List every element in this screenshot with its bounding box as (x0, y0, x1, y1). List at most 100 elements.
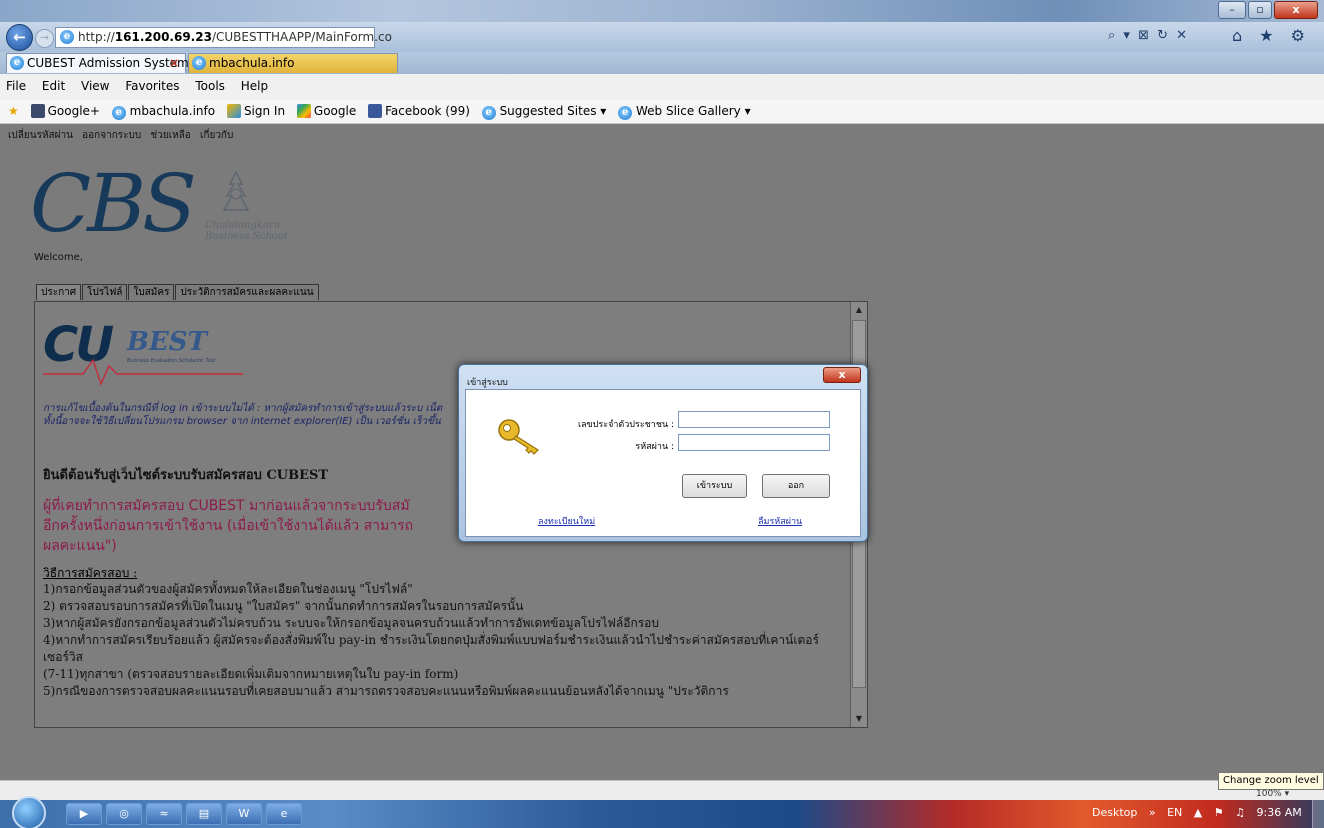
nav-change-password[interactable]: เปลี่ยนรหัสผ่าน (8, 130, 73, 141)
address-bar[interactable]: e http://161.200.69.23/CUBESTTHAAPP/MainF… (55, 27, 392, 48)
login-troubleshoot-note: การแก้ไขเบื้องต้นในกรณีที่ log in เข้าระ… (43, 403, 443, 427)
favorites-bar: ★ Google+ e mbachula.info Sign In Google… (0, 100, 1324, 124)
login-dialog: เข้าสู่ระบบ x เลขประจำตัวประชาชน : รหัสผ… (458, 364, 868, 542)
cbs-logo-subtitle: Chulalongkorn Business School (205, 220, 288, 242)
taskbar-word[interactable]: W (226, 803, 262, 825)
tab-application[interactable]: ใบสมัคร (128, 284, 175, 300)
list-item: 1)กรอกข้อมูลส่วนตัวของผู้สมัครทั้งหมดให้… (43, 582, 413, 596)
language-indicator[interactable]: EN (1167, 806, 1182, 819)
taskbar-app-3[interactable]: ≈ (146, 803, 182, 825)
facebook-icon (368, 104, 383, 118)
nav-logout[interactable]: ออกจากระบบ (82, 130, 141, 141)
window-titlebar: – ▫ x (0, 0, 1324, 22)
start-button[interactable] (12, 796, 46, 828)
fav-facebook[interactable]: Facebook (99) (368, 100, 470, 122)
taskbar-internet-explorer[interactable]: e (266, 803, 302, 825)
volume-icon[interactable]: ♫ (1235, 806, 1245, 819)
menu-file[interactable]: File (6, 74, 26, 98)
browser-tab-mbachula[interactable]: e mbachula.info (188, 53, 398, 73)
register-link[interactable]: ลงทะเบียนใหม่ (538, 514, 595, 528)
scroll-down-icon[interactable]: ▼ (851, 711, 867, 727)
tab-close-icon[interactable]: × (169, 54, 179, 72)
cbs-logo: CBS Chulalongkorn Business School (30, 164, 290, 244)
password-label: รหัสผ่าน : (635, 442, 674, 452)
show-desktop-button[interactable] (1312, 800, 1324, 828)
taskbar-app-4[interactable]: ▤ (186, 803, 222, 825)
list-item: 4)หากทำการสมัครเรียบร้อยแล้ว ผู้สมัครจะต… (43, 633, 819, 664)
cbs-logo-letters: CBS (30, 157, 197, 250)
menu-favorites[interactable]: Favorites (125, 74, 179, 98)
welcome-heading: ยินดีต้อนรับสู่เว็บไซต์ระบบรับสมัครสอบ C… (43, 468, 329, 483)
exit-button[interactable]: ออก (762, 474, 830, 498)
list-item: 3)หากผู้สมัครยังกรอกข้อมูลส่วนตัวไม่ครบถ… (43, 616, 659, 630)
zoom-tooltip: Change zoom level (1218, 772, 1324, 790)
clock[interactable]: 9:36 AM (1257, 806, 1302, 819)
back-button[interactable]: ← (6, 24, 33, 51)
forgot-password-link[interactable]: ลืมรหัสผ่าน (758, 514, 802, 528)
page-tab-bar: ประกาศ โปรไฟล์ ใบสมัคร ประวัติการสมัครและผล… (36, 284, 320, 301)
status-bar (0, 780, 1324, 800)
welcome-text: Welcome, (34, 252, 83, 263)
nav-about[interactable]: เกี่ยวกับ (200, 130, 233, 141)
taskbar-app-2[interactable]: ◎ (106, 803, 142, 825)
address-row: ← → e http://161.200.69.23/CUBESTTHAAPP/M… (0, 22, 1324, 52)
menu-bar: File Edit View Favorites Tools Help (0, 74, 1324, 100)
tab-label: mbachula.info (209, 56, 295, 70)
desktop-toolbar[interactable]: Desktop (1092, 806, 1137, 819)
browser-tab-cubest[interactable]: e CUBEST Admission System × (6, 53, 189, 73)
address-controls[interactable]: ⌕ ▾ ⊠ ↻ ✕ (1108, 28, 1189, 43)
fav-google[interactable]: Google (296, 100, 356, 122)
menu-view[interactable]: View (81, 74, 109, 98)
toolbar-expand-icon[interactable]: » (1149, 806, 1156, 819)
tab-history-scores[interactable]: ประวัติการสมัครและผลคะแนน (175, 284, 319, 300)
dialog-title: เข้าสู่ระบบ (467, 378, 508, 388)
fav-google-plus[interactable]: Google+ (30, 100, 100, 122)
forward-button[interactable]: → (35, 29, 54, 48)
window-close-button[interactable]: x (1274, 1, 1318, 19)
windows-taskbar: ▶ ◎ ≈ ▤ W e Desktop » EN ▲ ⚑ ♫ 9:36 AM (0, 796, 1324, 828)
menu-help[interactable]: Help (241, 74, 268, 98)
dialog-body: เลขประจำตัวประชาชน : รหัสผ่าน : เข้าระบบ… (465, 389, 861, 537)
google-plus-icon (30, 104, 45, 118)
ie-icon: e (192, 56, 206, 70)
tray-expand-icon[interactable]: ▲ (1194, 806, 1202, 819)
ie-icon: e (10, 56, 24, 70)
menu-edit[interactable]: Edit (42, 74, 65, 98)
tab-announcement[interactable]: ประกาศ (36, 284, 82, 300)
fav-web-slice-gallery[interactable]: e Web Slice Gallery ▾ (618, 100, 751, 122)
list-item: 2) ตรวจสอบรอบการสมัครที่เปิดในเมนู "ใบสม… (43, 599, 524, 613)
url-prefix: http:// (78, 30, 115, 44)
ie-icon: e (618, 106, 633, 120)
ie-icon: e (481, 106, 496, 120)
how-to-apply-steps: 1)กรอกข้อมูลส่วนตัวของผู้สมัครทั้งหมดให้… (43, 581, 849, 700)
password-input[interactable] (678, 434, 830, 451)
dialog-close-button[interactable]: x (823, 367, 861, 383)
pagoda-emblem-icon (222, 170, 250, 211)
list-item: (7-11)ทุกสาขา (ตรวจสอบรายละเอียดเพิ่มเติ… (43, 667, 459, 681)
url-host: 161.200.69.23 (114, 30, 212, 44)
url-path: /CUBESTTHAAPP/MainForm.co (211, 30, 392, 44)
cubest-tagline: Business Evaluation Scholastic Tool (127, 358, 216, 364)
minimize-button[interactable]: – (1218, 1, 1246, 19)
id-number-label: เลขประจำตัวประชาชน : (577, 420, 674, 430)
cubest-logo-best: BEST (127, 327, 207, 357)
fav-suggested-sites[interactable]: e Suggested Sites ▾ (481, 100, 606, 122)
id-number-input[interactable] (678, 411, 830, 428)
taskbar-media-player[interactable]: ▶ (66, 803, 102, 825)
tab-profile[interactable]: โปรไฟล์ (82, 284, 128, 300)
login-button[interactable]: เข้าระบบ (682, 474, 747, 498)
scroll-up-icon[interactable]: ▲ (851, 302, 867, 318)
action-center-icon[interactable]: ⚑ (1214, 806, 1224, 819)
favorites-star-icon[interactable]: ★ (8, 100, 19, 122)
nav-help[interactable]: ช่วยเหลือ (150, 130, 190, 141)
zoom-level-control[interactable]: 100% ▾ (1256, 789, 1289, 799)
ie-icon: e (60, 30, 74, 44)
fav-sign-in[interactable]: Sign In (226, 100, 285, 122)
system-tray: Desktop » EN ▲ ⚑ ♫ 9:36 AM (1092, 806, 1310, 819)
tab-label: CUBEST Admission System (27, 56, 189, 70)
home-favorites-tools-icons[interactable]: ⌂ ★ ⚙ (1232, 26, 1311, 45)
fav-mbachula[interactable]: e mbachula.info (111, 100, 215, 122)
cubest-logo: CU BEST Business Evaluation Scholastic T… (43, 316, 243, 386)
maximize-button[interactable]: ▫ (1248, 1, 1272, 19)
menu-tools[interactable]: Tools (195, 74, 225, 98)
